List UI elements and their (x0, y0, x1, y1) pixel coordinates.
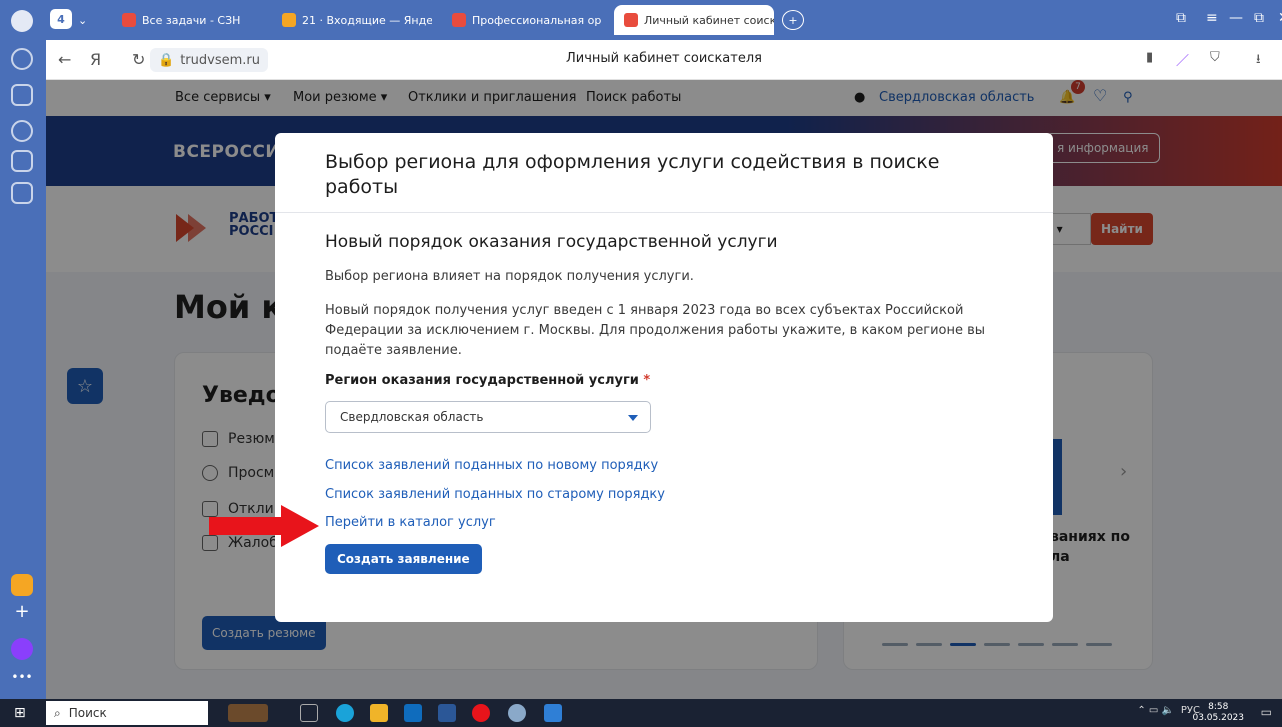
tab-tasks[interactable]: Все задачи - СЗН (112, 5, 252, 35)
photos-icon[interactable] (544, 704, 562, 722)
protect-icon[interactable]: ⛉ (1210, 50, 1220, 65)
search-icon: ⌕ (54, 705, 61, 720)
notifications-icon[interactable]: ▭ (1261, 705, 1272, 719)
section-title: Новый порядок оказания государственной у… (325, 232, 778, 252)
page-title: Личный кабинет соискателя (566, 51, 762, 66)
tab-counter[interactable]: 4 (50, 9, 72, 29)
collections-icon[interactable]: ⧉ (1176, 10, 1186, 26)
mail-icon[interactable] (11, 574, 33, 596)
chevron-down-icon (628, 415, 638, 421)
database-icon[interactable] (508, 704, 526, 722)
clock[interactable]: 8:58 03.05.2023 (1192, 702, 1244, 724)
menu-icon[interactable]: ≡ (1206, 10, 1218, 26)
tabs-icon[interactable] (11, 150, 33, 172)
more-icon[interactable]: ••• (11, 670, 33, 692)
info-text: Выбор региона влияет на порядок получени… (325, 269, 694, 284)
region-select[interactable]: Свердловская область (325, 401, 651, 433)
browser-sidebar: + ••• (0, 0, 46, 699)
required-mark: * (643, 373, 651, 388)
tab-label: Личный кабинет соиск × (644, 13, 774, 27)
alice-icon[interactable] (11, 638, 33, 660)
cabinet-favicon-icon (624, 13, 638, 27)
task-view-icon[interactable] (300, 704, 318, 722)
windows-start-icon[interactable]: ⊞ (14, 705, 26, 721)
tab-mail[interactable]: 21 · Входящие — Яндекс Почта (272, 5, 432, 35)
info-paragraph: Новый порядок получения услуг введен с 1… (325, 303, 986, 358)
link-new-applications[interactable]: Список заявлений поданных по новому поря… (325, 458, 658, 473)
trudvsem-favicon-icon (122, 13, 136, 27)
link-old-applications[interactable]: Список заявлений поданных по старому пор… (325, 487, 665, 502)
new-tab-button[interactable]: + (782, 10, 804, 30)
edge-icon[interactable] (336, 704, 354, 722)
red-arrow-icon (209, 505, 319, 547)
explorer-icon[interactable] (370, 704, 388, 722)
horse-image-icon (228, 704, 268, 722)
tab-menu-icon[interactable]: ⌄ (78, 5, 96, 35)
region-modal: Выбор региона для оформления услуги соде… (275, 133, 1053, 622)
tab-label: Профессиональная ориентация (472, 13, 602, 27)
download-icon[interactable]: ⭳ (1256, 50, 1261, 72)
tab-career[interactable]: Профессиональная ориентация (442, 5, 602, 35)
link-services-catalog[interactable]: Перейти в каталог услуг (325, 515, 496, 530)
screenshot-icon[interactable] (11, 182, 33, 204)
media-icon[interactable] (11, 120, 33, 142)
tab-cabinet[interactable]: Личный кабинет соиск × (614, 5, 774, 35)
bookmark-icon[interactable]: ▮ (1146, 50, 1153, 65)
address-bar: ← Я ↻ 🔒 trudvsem.ru Личный кабинет соиск… (46, 40, 1282, 80)
outlook-icon[interactable] (404, 704, 422, 722)
word-icon[interactable] (438, 704, 456, 722)
yandex-browser-icon[interactable] (472, 704, 490, 722)
modal-header: Выбор региона для оформления услуги соде… (275, 133, 1053, 213)
mail-favicon-icon (282, 13, 296, 27)
tab-label: Все задачи - СЗН (142, 13, 241, 27)
pen-icon[interactable]: ／ (1176, 50, 1189, 69)
modal-title: Выбор региона для оформления услуги соде… (325, 151, 940, 198)
taskbar: ⊞ ⌕ Поиск ⌃ ▭ 🔈 РУС 8:58 03.05.2023 ▭ (0, 699, 1282, 727)
career-favicon-icon (452, 13, 466, 27)
history-icon[interactable] (11, 48, 33, 70)
create-application-button[interactable]: Создать заявление (325, 544, 482, 574)
close-icon[interactable]: ✕ (1278, 10, 1282, 26)
tab-strip: 4 ⌄ Все задачи - СЗН 21 · Входящие — Янд… (46, 0, 1282, 40)
add-icon[interactable]: + (11, 602, 33, 624)
taskbar-search[interactable]: ⌕ Поиск (46, 701, 208, 725)
selected-region: Свердловская область (340, 410, 484, 424)
maximize-icon[interactable]: ⧉ (1254, 10, 1264, 26)
region-field-label: Регион оказания государственной услуги * (325, 373, 651, 388)
tab-label: 21 · Входящие — Яндекс Почта (302, 13, 432, 27)
profile-icon[interactable] (11, 10, 33, 32)
collections-icon[interactable] (11, 84, 33, 106)
tray-icons[interactable]: ⌃ ▭ 🔈 (1137, 705, 1174, 716)
minimize-icon[interactable]: — (1229, 10, 1243, 26)
